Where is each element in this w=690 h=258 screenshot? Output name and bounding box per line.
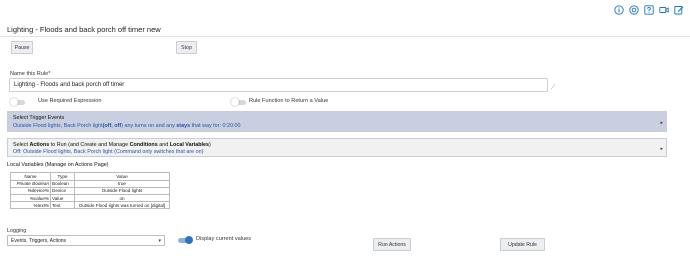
question-icon[interactable]	[644, 5, 654, 15]
actions-summary: Off: Outside Flood lights, Back Porch li…	[13, 149, 204, 155]
expand-arrow-icon: ▸	[660, 120, 663, 126]
table-row: %value% Value on	[10, 193, 170, 203]
variable-type: Device	[50, 186, 75, 195]
local-variables-title: Local Variables (Manage on Actions Page)	[7, 162, 109, 168]
divider	[0, 36, 690, 37]
variable-type: Boolean	[50, 179, 75, 188]
variable-type: Value	[50, 193, 75, 203]
display-current-values-label: Display current values	[196, 236, 252, 242]
variable-type: Text	[50, 201, 75, 210]
table-header-row: Name Type Value	[10, 172, 170, 181]
actions-title-text-part: )	[209, 142, 211, 148]
help-icon[interactable]	[629, 5, 639, 15]
rule-function-label: Rule Function to Return a Value	[249, 98, 329, 104]
actions-title-text-part: Local Variables	[169, 142, 209, 148]
toggle-knob	[185, 236, 193, 244]
table-row: %text% Text Outside Flood lights was tur…	[10, 201, 170, 210]
trigger-summary-text-part: stays	[176, 123, 191, 129]
stop-button[interactable]: Stop	[176, 41, 197, 54]
trigger-summary-text-part: (off, off	[102, 123, 122, 129]
actions-title-text-part: Select	[13, 142, 30, 148]
variable-name: Private Boolean	[10, 179, 51, 188]
toggle-knob	[10, 98, 18, 106]
trigger-section-title: Select Trigger Events	[13, 115, 65, 121]
top-bar	[0, 0, 690, 20]
variable-name: %value%	[10, 193, 51, 203]
chevron-down-icon: ▾	[158, 238, 161, 244]
table-row: Private Boolean Boolean true	[10, 179, 170, 188]
expand-arrow-icon: ▸	[660, 146, 663, 152]
actions-title-text-part: to Run (and Create and Manage	[49, 142, 130, 148]
actions-section-title: Select Actions to Run (and Create and Ma…	[13, 142, 211, 148]
column-header-value: Value	[74, 172, 170, 181]
toggle-knob	[231, 98, 239, 106]
local-variables-note: (Manage on Actions Page)	[43, 162, 109, 168]
column-header-type: Type	[50, 172, 75, 181]
pause-button[interactable]: Pause	[11, 41, 33, 54]
resize-grip-icon[interactable]: ⟋	[551, 85, 557, 91]
edit-icon[interactable]	[674, 5, 684, 15]
display-current-values-toggle[interactable]	[178, 236, 193, 244]
local-variables-table: Name Type Value Private Boolean Boolean …	[10, 172, 170, 210]
info-icon[interactable]	[614, 5, 624, 15]
video-icon[interactable]	[659, 5, 669, 15]
rule-function-toggle[interactable]	[231, 98, 246, 106]
actions-section[interactable]: Select Actions to Run (and Create and Ma…	[7, 138, 667, 157]
rule-name-input[interactable]: Lighting - Floods and back porch off tim…	[9, 78, 548, 92]
variable-name: %device%	[10, 186, 51, 195]
trigger-summary-text-part: ) any turns on and any	[121, 123, 177, 129]
table-row: %device% Device Outside Flood lights	[10, 186, 170, 195]
trigger-summary: Outside Flood lights, Back Porch light(o…	[13, 123, 240, 129]
actions-title-text-part: and	[157, 142, 170, 148]
page-title: Lighting - Floods and back porch off tim…	[7, 25, 161, 34]
trigger-summary-text-part: that way for: 0:20:00	[190, 123, 241, 129]
column-header-name: Name	[10, 172, 51, 181]
variable-value: on	[74, 193, 170, 203]
required-expression-label: Use Required Expression	[38, 98, 102, 104]
logging-label: Logging	[7, 228, 27, 234]
required-expression-toggle[interactable]	[10, 98, 25, 106]
trigger-events-section[interactable]: Select Trigger Events Outside Flood ligh…	[7, 111, 667, 132]
actions-title-text-part: Actions	[29, 142, 50, 148]
actions-title-text-part: Conditions	[129, 142, 158, 148]
trigger-summary-text-part: Outside Flood lights, Back Porch light	[13, 123, 103, 129]
top-icon-group	[614, 5, 684, 15]
variable-value: true	[74, 179, 170, 188]
update-rule-button[interactable]: Update Rule	[500, 238, 545, 251]
variable-value: Outside Flood lights	[74, 186, 170, 195]
local-variables-heading: Local Variables	[7, 162, 44, 168]
variable-value: Outside Flood lights was turned on [digi…	[74, 201, 170, 210]
rule-name-label: Name this Rule*	[10, 71, 51, 77]
logging-selected-value: Events, Triggers, Actions	[11, 237, 67, 244]
variable-name: %text%	[10, 201, 51, 210]
logging-select[interactable]: Events, Triggers, Actions ▾	[7, 235, 165, 246]
run-actions-button[interactable]: Run Actions	[373, 238, 411, 251]
